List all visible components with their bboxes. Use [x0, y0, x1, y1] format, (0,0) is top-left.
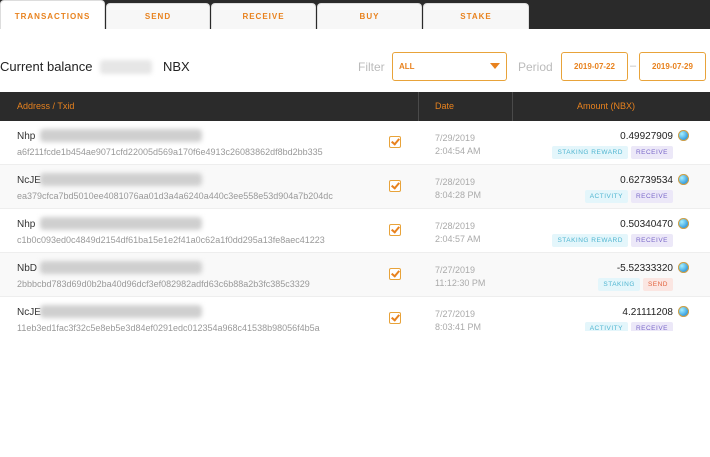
tx-date: 7/29/2019 2:04:54 AM [435, 133, 481, 156]
nbx-coin-icon [678, 130, 689, 141]
address-redacted [40, 217, 202, 230]
tx-amount: 0.50340470 [620, 219, 673, 230]
check-box-icon [389, 180, 401, 192]
table-row[interactable]: Nhp c1b0c093ed0c4849d2154df61ba15e1e2f41… [0, 209, 710, 253]
badge-receive: RECEIVE [630, 146, 673, 159]
tx-badges: STAKING REWARD RECEIVE [552, 234, 673, 247]
current-balance-label: Current balance [0, 59, 93, 74]
table-row[interactable]: Nhp a6f211fcde1b454ae9071cfd22005d569a17… [0, 121, 710, 165]
badge-receive: RECEIVE [630, 322, 673, 331]
tx-amount: -5.52333320 [616, 263, 673, 274]
check-box-icon [389, 268, 401, 280]
address: NbD [17, 263, 38, 274]
address-redacted [40, 129, 202, 142]
tx-amount: 0.62739534 [620, 175, 673, 186]
filter-select[interactable]: ALL [392, 52, 507, 81]
address: NcJE [17, 175, 41, 186]
table-row[interactable]: NcJE ea379cfca7bd5010ee4081076aa01d3a4a6… [0, 165, 710, 209]
badge-receive: RECEIVE [630, 190, 673, 203]
header-divider [512, 92, 513, 121]
table-row[interactable]: NbD 2bbbcbd783d69d0b2ba40d96dcf3ef082982… [0, 253, 710, 297]
tx-date: 7/27/2019 11:12:30 PM [435, 265, 486, 288]
period-label: Period [518, 60, 553, 74]
address: Nhp [17, 131, 36, 142]
transactions-table-header: Address / Txid Date Amount (NBX) [0, 92, 710, 121]
tx-badges: ACTIVITY RECEIVE [584, 322, 673, 331]
nbx-coin-icon [678, 174, 689, 185]
balance-currency: NBX [163, 59, 190, 74]
check-box-icon [389, 312, 401, 324]
caret-down-icon [490, 63, 500, 69]
badge-staking-reward: STAKING REWARD [552, 146, 628, 159]
period-from-input[interactable]: 2019-07-22 [561, 52, 628, 81]
badge-activity: ACTIVITY [584, 322, 628, 331]
badge-staking-reward: STAKING REWARD [552, 234, 628, 247]
transactions-table-body: Nhp a6f211fcde1b454ae9071cfd22005d569a17… [0, 121, 710, 331]
filter-label: Filter [358, 60, 385, 74]
tx-amount: 0.49927909 [620, 131, 673, 142]
address-redacted [40, 173, 202, 186]
balance-value-redacted [100, 60, 152, 74]
check-box-icon [389, 136, 401, 148]
period-separator: – [630, 60, 637, 72]
tx-date: 7/28/2019 2:04:57 AM [435, 221, 481, 244]
tab-receive[interactable]: RECEIVE [211, 3, 316, 29]
tx-date: 7/28/2019 8:04:28 PM [435, 177, 482, 200]
tx-badges: STAKING REWARD RECEIVE [552, 146, 673, 159]
header-address[interactable]: Address / Txid [17, 92, 74, 121]
txid[interactable]: c1b0c093ed0c4849d2154df61ba15e1e2f41a0c6… [17, 235, 325, 245]
txid[interactable]: 11eb3ed1fac3f32c5e8eb5e3d84ef0291edc0123… [17, 323, 320, 331]
tab-buy[interactable]: BUY [317, 3, 422, 29]
tab-send[interactable]: SEND [106, 3, 210, 29]
badge-receive: RECEIVE [630, 234, 673, 247]
nbx-coin-icon [678, 262, 689, 273]
tx-amount: 4.21111208 [622, 307, 673, 318]
tx-date: 7/27/2019 8:03:41 PM [435, 309, 482, 331]
filter-value: ALL [399, 62, 415, 71]
period-to-input[interactable]: 2019-07-29 [639, 52, 706, 81]
tx-badges: STAKING SEND [598, 278, 673, 291]
table-row[interactable]: NcJE 11eb3ed1fac3f32c5e8eb5e3d84ef0291ed… [0, 297, 710, 331]
address-redacted [40, 305, 202, 318]
header-amount[interactable]: Amount (NBX) [577, 92, 635, 121]
nbx-coin-icon [678, 306, 689, 317]
badge-staking: STAKING [598, 278, 640, 291]
header-divider [418, 92, 419, 121]
txid[interactable]: ea379cfca7bd5010ee4081076aa01d3a4a6240a4… [17, 191, 333, 201]
nbx-coin-icon [678, 218, 689, 229]
txid[interactable]: a6f211fcde1b454ae9071cfd22005d569a170f6e… [17, 147, 323, 157]
tab-bar: TRANSACTIONS SEND RECEIVE BUY STAKE [0, 0, 710, 29]
tx-badges: ACTIVITY RECEIVE [584, 190, 673, 203]
tab-transactions[interactable]: TRANSACTIONS [0, 0, 105, 29]
header-date[interactable]: Date [435, 92, 454, 121]
txid[interactable]: 2bbbcbd783d69d0b2ba40d96dcf3ef082982adfd… [17, 279, 310, 289]
badge-activity: ACTIVITY [584, 190, 628, 203]
tab-stake[interactable]: STAKE [423, 3, 529, 29]
address-redacted [40, 261, 202, 274]
address: Nhp [17, 219, 36, 230]
address: NcJE [17, 307, 41, 318]
badge-send: SEND [642, 278, 673, 291]
check-box-icon [389, 224, 401, 236]
